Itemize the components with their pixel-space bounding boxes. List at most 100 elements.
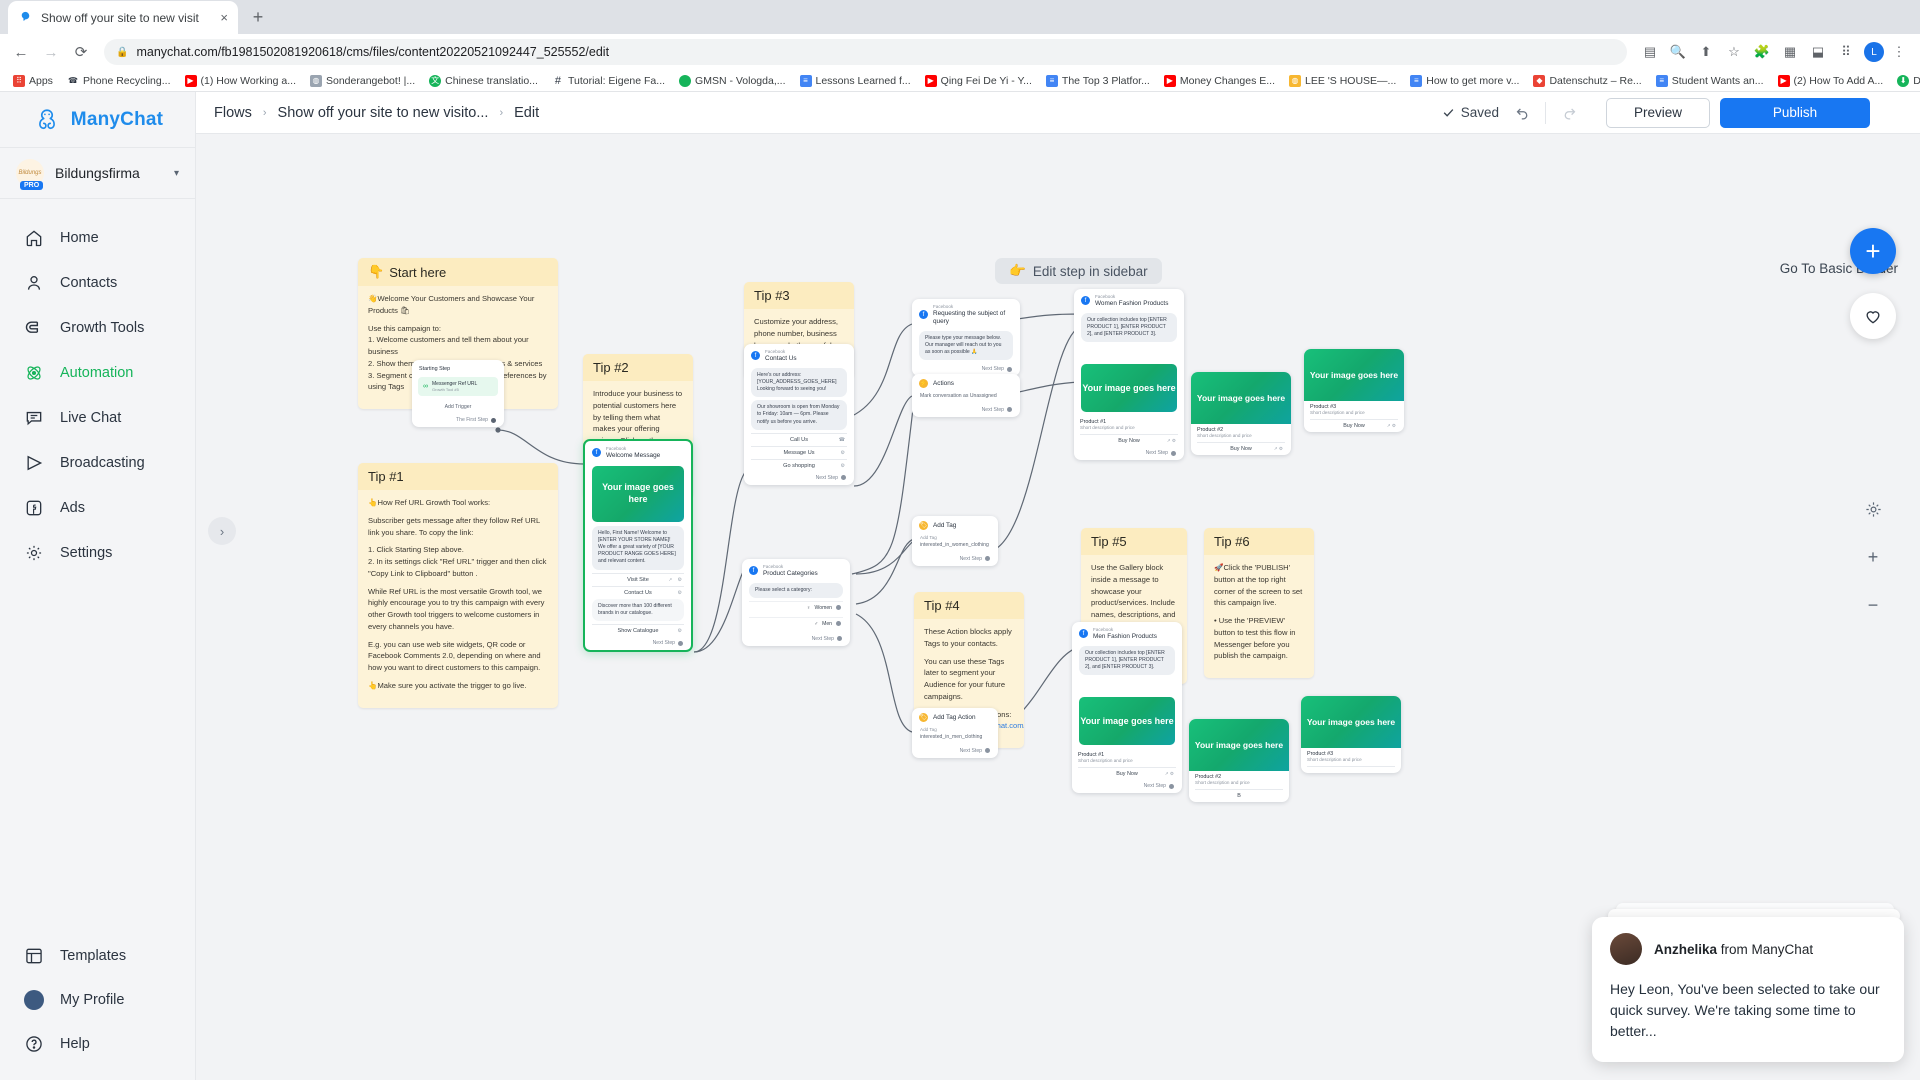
address-bar[interactable]: 🔒 manychat.com/fb1981502081920618/cms/fi… — [104, 39, 1627, 65]
node-starting-step[interactable]: Starting Step ∞ Messenger Ref URL Growth… — [412, 360, 504, 427]
node-product-categories[interactable]: f Facebook Product Categories Please sel… — [742, 559, 850, 646]
output-port[interactable] — [985, 556, 990, 562]
node-welcome-message[interactable]: f Facebook Welcome Message Your image go… — [583, 439, 693, 653]
back-icon[interactable]: ← — [8, 39, 34, 65]
sidebar-item-automation[interactable]: Automation — [0, 350, 195, 395]
actions-next-step[interactable]: Next Step — [912, 404, 1020, 417]
breadcrumb-flow-name[interactable]: Show off your site to new visito... — [278, 105, 489, 121]
undo-button[interactable] — [1509, 100, 1535, 126]
bookmark-item[interactable]: 文 Chinese translatio... — [422, 74, 545, 87]
zoom-icon[interactable]: 🔍 — [1665, 39, 1691, 65]
categories-next-step[interactable]: Next Step — [742, 633, 850, 646]
new-tab-button[interactable]: + — [244, 3, 272, 31]
share-icon[interactable]: ⬆ — [1693, 39, 1719, 65]
node-add-tag-women[interactable]: 🏷 Add Tag Add Tag interested_in_women_cl… — [912, 516, 998, 566]
buy-now-button[interactable]: Buy Now ↗ ⚙ — [1310, 419, 1398, 432]
button-go-shopping[interactable]: Go shopping ⚙ — [751, 458, 847, 469]
note-tip-6[interactable]: Tip #6 🚀Click the 'PUBLISH' button at th… — [1204, 528, 1314, 679]
preview-button[interactable]: Preview — [1606, 97, 1710, 128]
output-port[interactable] — [836, 605, 841, 611]
image-placeholder[interactable]: Your image goes here — [1189, 719, 1289, 771]
gear-icon[interactable]: ↗ ⚙ — [1274, 446, 1283, 452]
gear-icon[interactable]: ↗ ⚙ — [1387, 423, 1396, 429]
bookmark-item[interactable]: ☎ Phone Recycling... — [60, 74, 178, 87]
output-port[interactable] — [836, 621, 841, 627]
chat-widget[interactable]: Anzhelika from ManyChat Hey Leon, You've… — [1592, 903, 1904, 1062]
bookmark-item[interactable]: ⬇ Download - Cooki... — [1890, 74, 1920, 87]
bookmark-item[interactable]: ▶ (1) How Working a... — [178, 74, 304, 87]
bookmark-item[interactable]: ≡ Lessons Learned f... — [793, 74, 918, 87]
output-port[interactable] — [1169, 783, 1174, 789]
gear-icon[interactable]: ⚙ — [841, 450, 845, 456]
sidebar-item-home[interactable]: Home — [0, 215, 195, 260]
bookmark-item[interactable]: ◍ Sonderangebot! |... — [303, 74, 422, 87]
buy-now-button[interactable]: B — [1195, 789, 1283, 802]
node-women-fashion[interactable]: f Facebook Women Fashion Products Our co… — [1074, 289, 1184, 461]
flow-canvas[interactable]: 👉 Edit step in sidebar Go To Basic Build… — [196, 134, 1920, 1080]
gear-icon[interactable]: ↗ ⚙ — [1167, 438, 1176, 444]
bookmark-item[interactable]: ≡ The Top 3 Platfor... — [1039, 74, 1157, 87]
gallery-card-men-2[interactable]: Your image goes here Product #2 Short de… — [1189, 719, 1289, 802]
image-placeholder[interactable]: Your image goes here — [592, 465, 684, 522]
bookmark-item[interactable]: ▶ Money Changes E... — [1157, 74, 1282, 87]
choice-women[interactable]: ♀ Women — [749, 600, 843, 614]
sidebar-item-my-profile[interactable]: My Profile — [0, 978, 195, 1022]
add-tag-women-next-step[interactable]: Next Step — [912, 553, 998, 566]
welcome-next-step[interactable]: Next Step — [585, 637, 691, 650]
men-next-step[interactable]: Next Step — [1072, 780, 1182, 793]
menu-icon[interactable]: ⋮ — [1886, 39, 1912, 65]
cast-icon[interactable]: ⬓ — [1805, 39, 1831, 65]
output-port[interactable] — [1007, 366, 1012, 372]
bookmark-item[interactable]: ≡ How to get more v... — [1403, 74, 1526, 87]
image-placeholder[interactable]: Your image goes here — [1079, 697, 1175, 746]
buy-now-button[interactable] — [1307, 766, 1395, 773]
gear-icon[interactable]: ↗ ⚙ — [1165, 771, 1174, 777]
image-placeholder[interactable]: Your image goes here — [1304, 349, 1404, 401]
chat-message-card[interactable]: Anzhelika from ManyChat Hey Leon, You've… — [1592, 917, 1904, 1062]
bookmark-item[interactable]: ▶ Qing Fei De Yi - Y... — [918, 74, 1039, 87]
trigger-chip[interactable]: ∞ Messenger Ref URL Growth Tool #5 — [418, 377, 498, 396]
star-icon[interactable]: ☆ — [1721, 39, 1747, 65]
contact-next-step[interactable]: Next Step — [744, 472, 854, 485]
extensions-icon[interactable]: 🧩 — [1749, 39, 1775, 65]
sidebar-item-contacts[interactable]: Contacts — [0, 260, 195, 305]
sidebar-item-settings[interactable]: Settings — [0, 530, 195, 575]
image-placeholder[interactable]: Your image goes here — [1301, 696, 1401, 748]
canvas-collapse-handle[interactable]: › — [208, 517, 236, 545]
buy-now-button[interactable]: Buy Now ↗ ⚙ — [1078, 767, 1176, 780]
sidebar-item-help[interactable]: Help — [0, 1022, 195, 1066]
add-tag-men-next-step[interactable]: Next Step — [912, 745, 998, 758]
sidebar-item-live-chat[interactable]: Live Chat — [0, 395, 195, 440]
zoom-in-button[interactable]: + — [1856, 540, 1890, 574]
bookmark-item[interactable]: ⠿ Apps — [6, 74, 60, 87]
sidebar-item-ads[interactable]: Ads — [0, 485, 195, 530]
publish-button[interactable]: Publish — [1720, 97, 1870, 128]
split-screen-icon[interactable]: ▤ — [1637, 39, 1663, 65]
output-port[interactable] — [1171, 450, 1176, 456]
gallery-card-women-2[interactable]: Your image goes here Product #2 Short de… — [1191, 372, 1291, 455]
button-call-us[interactable]: Call Us ☎ — [751, 432, 847, 443]
gear-icon[interactable]: ⚙ — [678, 628, 682, 634]
sidebar-item-templates[interactable]: Templates — [0, 934, 195, 978]
sidebar-item-growth-tools[interactable]: Growth Tools — [0, 305, 195, 350]
profile-icon[interactable]: L — [1864, 42, 1884, 62]
output-port[interactable] — [837, 636, 842, 642]
bookmark-item[interactable]: ◆ Datenschutz – Re... — [1526, 74, 1648, 87]
apps-grid-icon[interactable]: ⠿ — [1833, 39, 1859, 65]
bookmark-item[interactable]: # Tutorial: Eigene Fa... — [545, 74, 672, 87]
more-vertical-icon[interactable]: more-vertical-icon — [1880, 100, 1902, 126]
chevron-down-icon[interactable]: ▾ — [174, 168, 179, 179]
node-contact-us[interactable]: f Facebook Contact Us Here's our address… — [744, 344, 854, 485]
button-contact-us[interactable]: Contact Us ⚙ — [592, 585, 684, 596]
bookmark-item[interactable]: GMSN - Vologda,... — [672, 74, 792, 87]
forward-icon[interactable]: → — [38, 39, 64, 65]
gallery-card-women-3[interactable]: Your image goes here Product #3 Short de… — [1304, 349, 1404, 432]
fit-view-button[interactable] — [1856, 492, 1890, 526]
gear-icon[interactable]: ⚙ — [678, 590, 682, 596]
phone-icon[interactable]: ☎ — [839, 437, 845, 443]
account-switcher[interactable]: Bildungs PRO Bildungsfirma ▾ — [0, 147, 195, 199]
sidebar-item-broadcasting[interactable]: Broadcasting — [0, 440, 195, 485]
gear-icon[interactable]: ⚙ — [841, 463, 845, 469]
output-port[interactable] — [678, 640, 683, 646]
women-next-step[interactable]: Next Step — [1074, 447, 1184, 460]
